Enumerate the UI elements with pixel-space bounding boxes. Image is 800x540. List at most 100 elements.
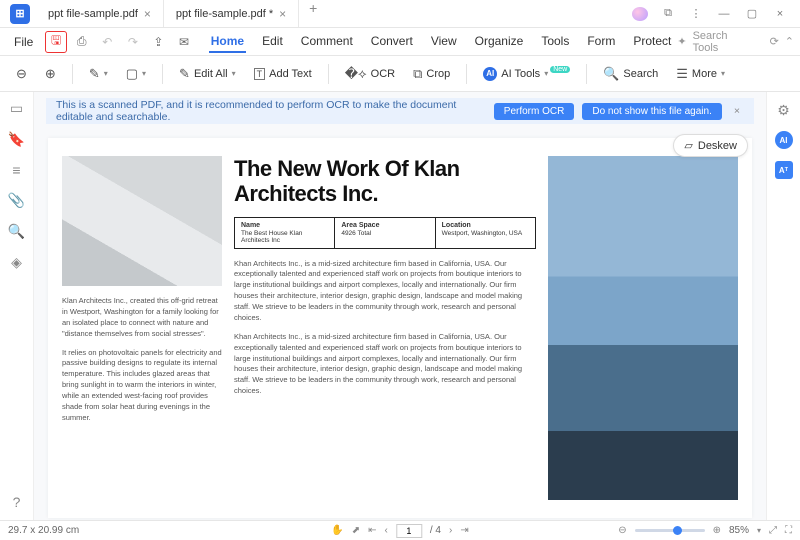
zoom-in-button[interactable]: ⊕ xyxy=(39,63,62,85)
select-tool-icon[interactable]: ⬈ xyxy=(352,525,360,536)
separator xyxy=(72,64,73,84)
file-menu[interactable]: File xyxy=(6,35,41,49)
square-icon: ▢ xyxy=(126,66,138,82)
menu-organize[interactable]: Organize xyxy=(473,31,526,53)
more-button[interactable]: ☰More▾ xyxy=(670,63,731,85)
settings-icon[interactable]: ⚙ xyxy=(777,102,790,119)
menu-comment[interactable]: Comment xyxy=(299,31,355,53)
menu-home[interactable]: Home xyxy=(209,31,246,53)
fullscreen-icon[interactable]: ⛶ xyxy=(785,525,792,536)
tab-strip: ppt file-sample.pdf × ppt file-sample.pd… xyxy=(36,0,327,27)
tab-label: ppt file-sample.pdf xyxy=(48,8,138,20)
shape-button[interactable]: ▢▾ xyxy=(120,63,152,85)
translate-icon[interactable]: Aᵀ xyxy=(775,161,793,179)
minimize-icon[interactable]: — xyxy=(716,8,732,20)
zoom-out-button[interactable]: ⊖ xyxy=(10,63,33,85)
menu-tools[interactable]: Tools xyxy=(539,31,571,53)
print-icon[interactable]: ⎙ xyxy=(71,31,93,53)
menu-form[interactable]: Form xyxy=(585,31,617,53)
edit-all-button[interactable]: ✎Edit All▾ xyxy=(173,63,242,85)
maximize-icon[interactable]: ▢ xyxy=(744,7,760,20)
zoom-caret-icon[interactable]: ▾ xyxy=(757,526,761,535)
separator xyxy=(162,64,163,84)
next-page-icon[interactable]: › xyxy=(449,525,452,536)
menu-view[interactable]: View xyxy=(429,31,459,53)
zoom-out-status-icon[interactable]: ⊖ xyxy=(618,525,626,536)
page-total: / 4 xyxy=(430,525,441,536)
help-icon[interactable]: ? xyxy=(13,494,21,510)
prev-page-icon[interactable]: ‹ xyxy=(385,525,388,536)
zoom-in-icon: ⊕ xyxy=(45,66,56,82)
email-icon[interactable]: ✉ xyxy=(173,31,195,53)
save-icon[interactable]: 🖫 xyxy=(45,31,67,53)
separator xyxy=(586,64,587,84)
highlight-icon: ✎ xyxy=(89,66,100,82)
close-icon[interactable]: × xyxy=(144,7,151,21)
menu-protect[interactable]: Protect xyxy=(631,31,673,53)
doc-paragraph: Khan Architects Inc., is a mid-sized arc… xyxy=(234,332,536,397)
add-text-button[interactable]: TAdd Text xyxy=(248,65,318,83)
page-dimensions: 29.7 x 20.99 cm xyxy=(8,525,79,536)
sparkle-icon: ✦ xyxy=(677,35,686,48)
ai-orb-icon[interactable] xyxy=(632,7,648,21)
search-panel-icon[interactable]: 🔍 xyxy=(8,223,25,240)
redo-icon[interactable]: ↷ xyxy=(122,31,144,53)
zoom-in-status-icon[interactable]: ⊕ xyxy=(713,525,721,536)
doc-paragraph: Khan Architects Inc., is a mid-sized arc… xyxy=(234,259,536,324)
dismiss-ocr-button[interactable]: Do not show this file again. xyxy=(582,103,722,120)
search-tools[interactable]: ✦ Search Tools ⟳ ⌃ xyxy=(677,30,794,54)
ribbon-tabs: Home Edit Comment Convert View Organize … xyxy=(209,31,674,53)
doc-info-table: NameThe Best House Klan Architects Inc A… xyxy=(234,217,536,249)
document-tab[interactable]: ppt file-sample.pdf × xyxy=(36,0,164,27)
zoom-level: 85% xyxy=(729,525,749,536)
titlebar: ⊞ ppt file-sample.pdf × ppt file-sample.… xyxy=(0,0,800,28)
attachment-icon[interactable]: 📎 xyxy=(8,192,25,209)
table-cell: NameThe Best House Klan Architects Inc xyxy=(235,218,335,248)
sync-icon[interactable]: ⟳ xyxy=(770,35,779,48)
deskew-button[interactable]: ▱ Deskew xyxy=(673,134,748,157)
outline-icon[interactable]: ≡ xyxy=(12,162,20,178)
search-icon: 🔍 xyxy=(603,66,619,82)
close-window-icon[interactable]: × xyxy=(772,8,788,20)
doc-right-column xyxy=(548,156,738,500)
fit-width-icon[interactable]: ⤢ xyxy=(769,525,777,536)
undo-icon[interactable]: ↶ xyxy=(97,31,119,53)
menu-edit[interactable]: Edit xyxy=(260,31,285,53)
chevron-up-icon[interactable]: ⌃ xyxy=(785,35,794,48)
ocr-banner: This is a scanned PDF, and it is recomme… xyxy=(46,98,754,124)
ocr-button[interactable]: �⟡OCR xyxy=(339,63,401,85)
layers-icon[interactable]: ◈ xyxy=(11,254,22,271)
hamburger-icon: ☰ xyxy=(676,66,688,82)
search-button[interactable]: 🔍Search xyxy=(597,63,664,85)
kebab-icon[interactable]: ⋮ xyxy=(688,7,704,20)
ai-tools-button[interactable]: AIAI Tools▾New xyxy=(477,64,576,84)
hand-tool-icon[interactable]: ✋ xyxy=(331,525,343,536)
highlight-button[interactable]: ✎▾ xyxy=(83,63,114,85)
deskew-icon: ▱ xyxy=(684,139,692,152)
bookmark-icon[interactable]: 🔖 xyxy=(8,131,25,148)
thumbnails-icon[interactable]: ▭ xyxy=(10,100,23,117)
menu-convert[interactable]: Convert xyxy=(369,31,415,53)
document-tab-active[interactable]: ppt file-sample.pdf * × xyxy=(164,0,299,27)
crop-icon: ⧉ xyxy=(413,66,422,82)
new-badge: New xyxy=(550,66,570,73)
doc-paragraph: Klan Architects Inc., created this off-g… xyxy=(62,296,222,340)
crop-button[interactable]: ⧉Crop xyxy=(407,63,456,85)
first-page-icon[interactable]: ⇤ xyxy=(368,525,376,536)
ai-panel-icon[interactable]: AI xyxy=(775,131,793,149)
table-cell: LocationWestport, Washington, USA xyxy=(436,218,535,248)
share-icon[interactable]: ⇪ xyxy=(148,31,170,53)
close-banner-icon[interactable]: × xyxy=(730,105,744,117)
doc-middle-column: The New Work Of Klan Architects Inc. Nam… xyxy=(234,156,536,500)
page-number-input[interactable] xyxy=(396,524,422,538)
left-sidebar: ▭ 🔖 ≡ 📎 🔍 ◈ ? xyxy=(0,92,34,520)
new-tab-button[interactable]: + xyxy=(299,0,327,27)
zoom-slider[interactable] xyxy=(635,529,705,532)
document-page[interactable]: Klan Architects Inc., created this off-g… xyxy=(48,138,752,518)
page-nav: ✋ ⬈ ⇤ ‹ / 4 › ⇥ xyxy=(331,524,468,538)
last-page-icon[interactable]: ⇥ xyxy=(460,525,468,536)
close-icon[interactable]: × xyxy=(279,7,286,21)
search-tools-placeholder: Search Tools xyxy=(693,30,754,54)
gift-icon[interactable]: ⧉ xyxy=(660,7,676,20)
perform-ocr-button[interactable]: Perform OCR xyxy=(494,103,575,120)
